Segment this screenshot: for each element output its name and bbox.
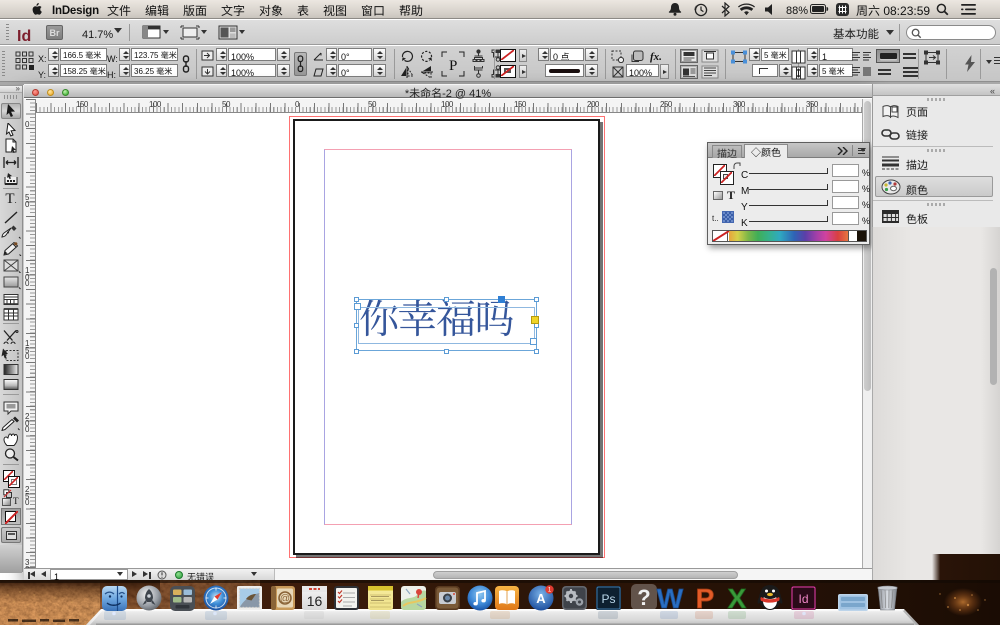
svg-text:P: P [449,58,457,74]
svg-text:A: A [536,591,546,606]
svg-text:@: @ [280,594,290,605]
svg-text:W: W [657,583,684,614]
svg-text:X: X [728,583,747,614]
svg-text:16: 16 [307,593,323,609]
svg-text:P: P [696,583,715,614]
svg-text:?: ? [637,585,650,610]
svg-text:Ps: Ps [601,592,615,606]
svg-text:Id: Id [798,592,808,606]
